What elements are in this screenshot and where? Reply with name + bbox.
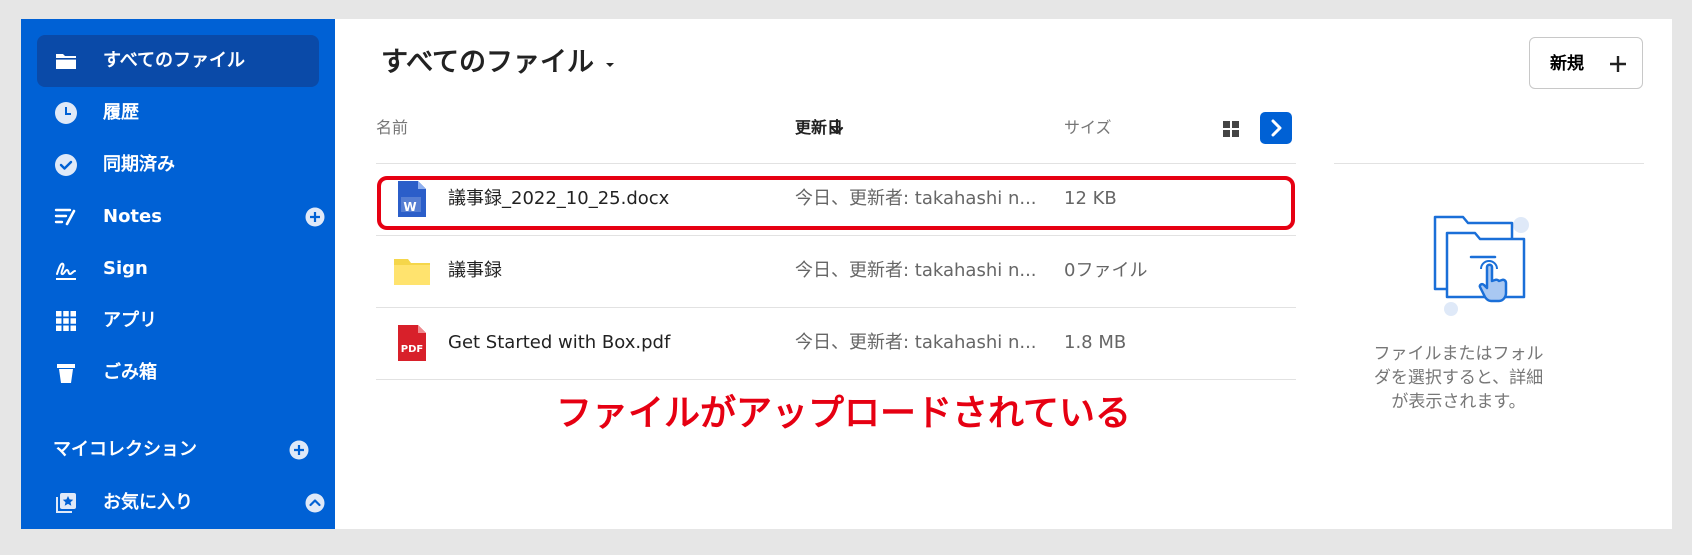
file-size: 0ファイル [1064,260,1148,281]
folder-icon [56,54,76,69]
grid-view-icon[interactable] [1222,120,1240,138]
file-size: 1.8 MB [1064,332,1127,353]
file-name[interactable]: Get Started with Box.pdf [448,331,670,355]
highlight-box [377,176,1295,230]
new-button-label: 新規 [1550,54,1584,73]
table-row[interactable]: 議事録 今日、更新者: takahashi n... 0ファイル [376,235,1296,307]
signature-icon [56,262,76,280]
trash-icon [57,364,75,383]
add-note-plus-icon[interactable] [305,207,325,227]
sidebar-item-favorites[interactable]: お気に入り [37,477,325,529]
sidebar-item-label: すべてのファイル [103,50,246,71]
collections-title: マイコレクション [53,439,197,460]
sidebar-item-history[interactable]: 履歴 [37,87,319,139]
chevron-right-icon [1271,119,1282,137]
sidebar-item-label: アプリ [103,310,157,331]
sidebar-item-label: 同期済み [103,154,175,175]
sidebar-item-notes[interactable]: Notes [37,191,325,243]
folder-touch-illustration-icon [1433,215,1529,316]
clock-icon [55,102,77,124]
sidebar-item-label: Sign [103,258,148,279]
folder-name[interactable]: 議事録 [448,259,502,283]
column-header-name[interactable]: 名前 [376,117,408,139]
divider [1334,163,1644,164]
divider [376,379,1296,380]
add-collection-plus-icon[interactable] [289,440,309,460]
column-header-size[interactable]: サイズ [1064,117,1112,139]
table-row[interactable]: PDF Get Started with Box.pdf 今日、更新者: tak… [376,307,1296,379]
sidebar-item-label: お気に入り [103,492,193,513]
check-circle-icon [55,154,77,176]
new-button[interactable]: 新規 [1529,37,1643,89]
plus-icon [1610,56,1626,72]
details-empty-message: ファイルまたはフォルダを選択すると、詳細が表示されます。 [1373,344,1544,412]
page-title[interactable]: すべてのファイル [381,43,594,83]
collapse-chevron-up-icon[interactable] [305,493,325,513]
notes-icon [54,208,76,226]
apps-grid-icon [56,311,76,331]
star-collection-icon [56,493,76,513]
sort-descending-arrow-icon[interactable] [830,118,844,136]
toggle-details-panel-button[interactable] [1260,112,1292,144]
pdf-icon: PDF [398,325,426,361]
app-window: すべてのファイル 履歴 同期済み Notes Sign アプリ ごみ箱 マイコレ… [21,19,1672,529]
file-modified: 今日、更新者: takahashi n... [795,332,1037,353]
sidebar-item-label: ごみ箱 [103,362,157,383]
file-modified: 今日、更新者: takahashi n... [795,260,1037,281]
sidebar-item-sign[interactable]: Sign [37,243,319,295]
sidebar-item-all-files[interactable]: すべてのファイル [37,35,319,87]
sidebar: すべてのファイル 履歴 同期済み Notes Sign アプリ ごみ箱 マイコレ… [21,19,335,529]
svg-text:PDF: PDF [401,344,423,355]
folder-icon [394,259,430,285]
sidebar-item-apps[interactable]: アプリ [37,295,319,347]
sidebar-item-label: Notes [103,206,162,227]
chevron-down-icon[interactable] [605,61,615,69]
sidebar-item-label: 履歴 [103,102,139,123]
sidebar-item-synced[interactable]: 同期済み [37,139,319,191]
